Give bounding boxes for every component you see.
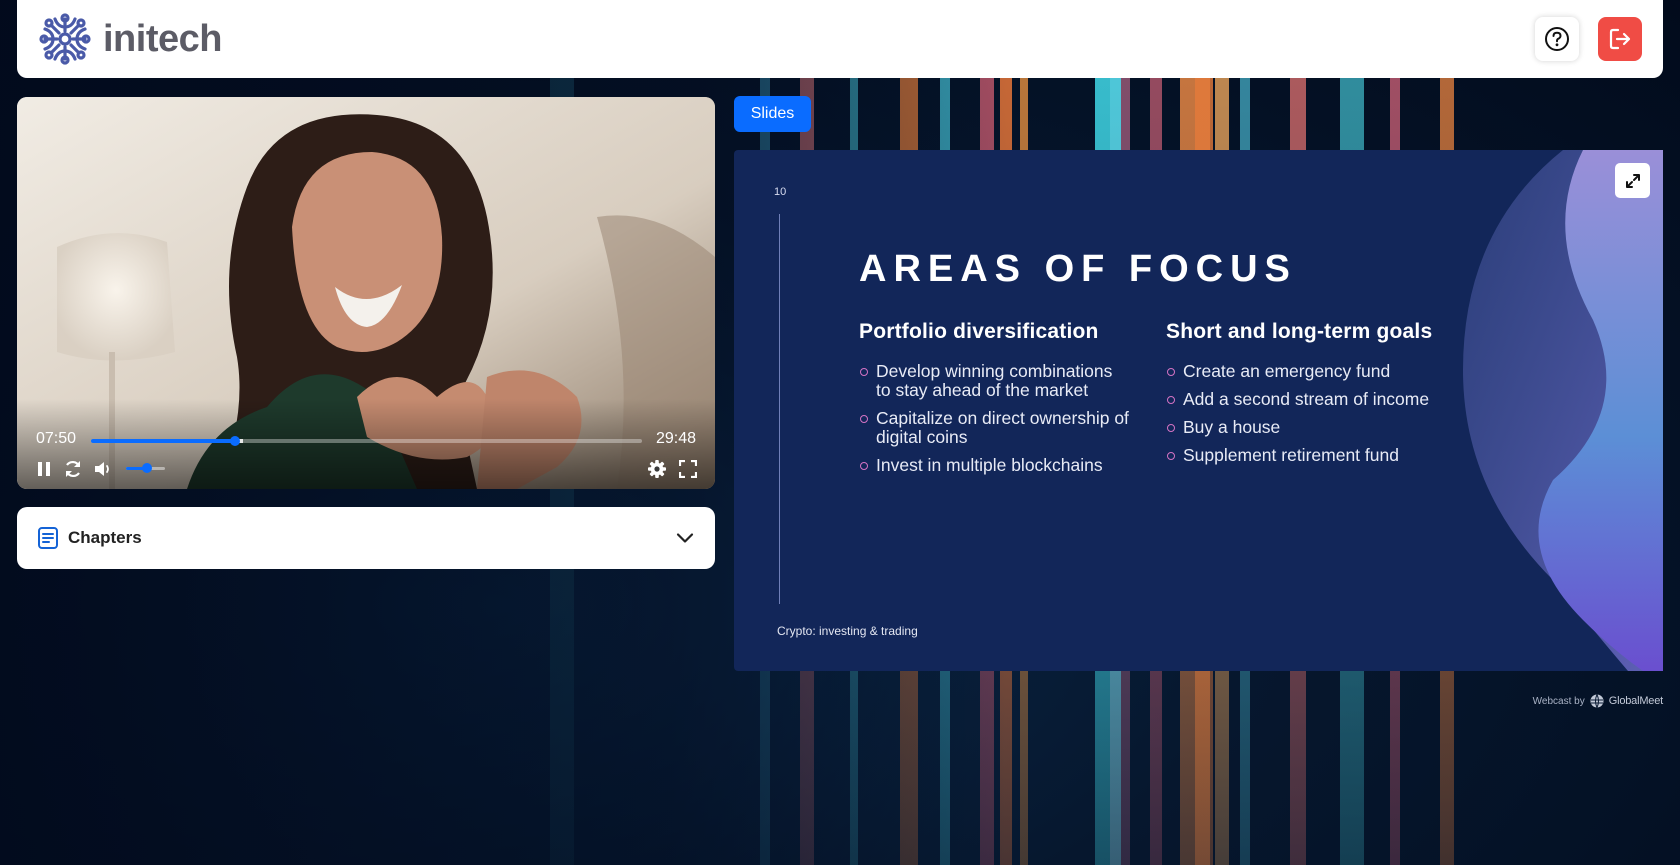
replay-icon — [66, 460, 80, 478]
chapters-label: Chapters — [68, 528, 142, 547]
video-player[interactable]: 07:50 29:48 — [17, 97, 715, 489]
bullet-item: Supplement retirement fund — [1166, 446, 1456, 465]
bullet-list: Develop winning combinations to stay ahe… — [859, 362, 1129, 475]
controls-overlay — [17, 399, 715, 489]
top-header: initech — [17, 0, 1663, 78]
column-heading: Portfolio diversification — [859, 320, 1099, 343]
replay-button[interactable] — [62, 458, 84, 480]
slide-number: 10 — [774, 186, 787, 198]
tab-slides[interactable]: Slides — [734, 96, 811, 132]
initech-logo-icon — [39, 13, 91, 65]
chevron-down-icon[interactable] — [675, 528, 695, 548]
help-button[interactable] — [1535, 17, 1579, 61]
chapters-panel[interactable]: Chapters — [17, 507, 715, 569]
slide-decoration — [1463, 150, 1663, 671]
bullet-item: Add a second stream of income — [1166, 390, 1456, 409]
current-time: 07:50 — [36, 430, 77, 447]
fullscreen-button[interactable] — [677, 458, 699, 480]
expand-icon — [1625, 173, 1640, 188]
slide-column-goals: Short and long-term goals Create an emer… — [1166, 320, 1456, 474]
globalmeet-logo-icon — [1590, 694, 1604, 708]
slide-title: AREAS OF FOCUS — [859, 248, 1297, 290]
slide-footer: Crypto: investing & trading — [777, 624, 918, 638]
fullscreen-icon — [679, 460, 697, 478]
credit-prefix: Webcast by — [1532, 695, 1585, 707]
bullet-list: Create an emergency fund Add a second st… — [1166, 362, 1456, 465]
settings-icon — [648, 460, 666, 478]
settings-button[interactable] — [646, 458, 668, 480]
pause-icon — [38, 462, 50, 476]
brand-name: initech — [103, 17, 222, 60]
duration: 29:48 — [655, 430, 696, 447]
column-heading: Short and long-term goals — [1166, 320, 1433, 343]
brand-logo[interactable]: initech — [39, 13, 222, 65]
presentation-slide: 10 AREAS OF FOCUS Portfolio diversificat… — [734, 150, 1663, 671]
seek-progress — [91, 439, 236, 443]
header-actions — [1535, 17, 1642, 61]
slide-column-portfolio: Portfolio diversification Develop winnin… — [859, 320, 1129, 484]
volume-button[interactable] — [92, 458, 114, 480]
bullet-item: Capitalize on direct ownership of digita… — [859, 409, 1129, 447]
document-list-icon — [38, 527, 58, 549]
expand-slide-button[interactable] — [1615, 163, 1650, 198]
webcast-credit: Webcast by GlobalMeet — [1533, 693, 1663, 709]
question-circle-icon — [1545, 27, 1569, 51]
logout-button[interactable] — [1598, 17, 1642, 61]
bullet-item: Invest in multiple blockchains — [859, 456, 1129, 475]
pause-button[interactable] — [33, 458, 55, 480]
bullet-item: Buy a house — [1166, 418, 1456, 437]
bullet-item: Create an emergency fund — [1166, 362, 1456, 381]
bullet-item: Develop winning combinations to stay ahe… — [859, 362, 1129, 400]
volume-slider[interactable] — [126, 463, 165, 473]
seek-bar[interactable] — [91, 436, 642, 446]
slide-divider — [779, 214, 780, 604]
logout-icon — [1609, 28, 1631, 50]
volume-icon — [95, 462, 109, 476]
credit-brand: GlobalMeet — [1608, 695, 1663, 707]
